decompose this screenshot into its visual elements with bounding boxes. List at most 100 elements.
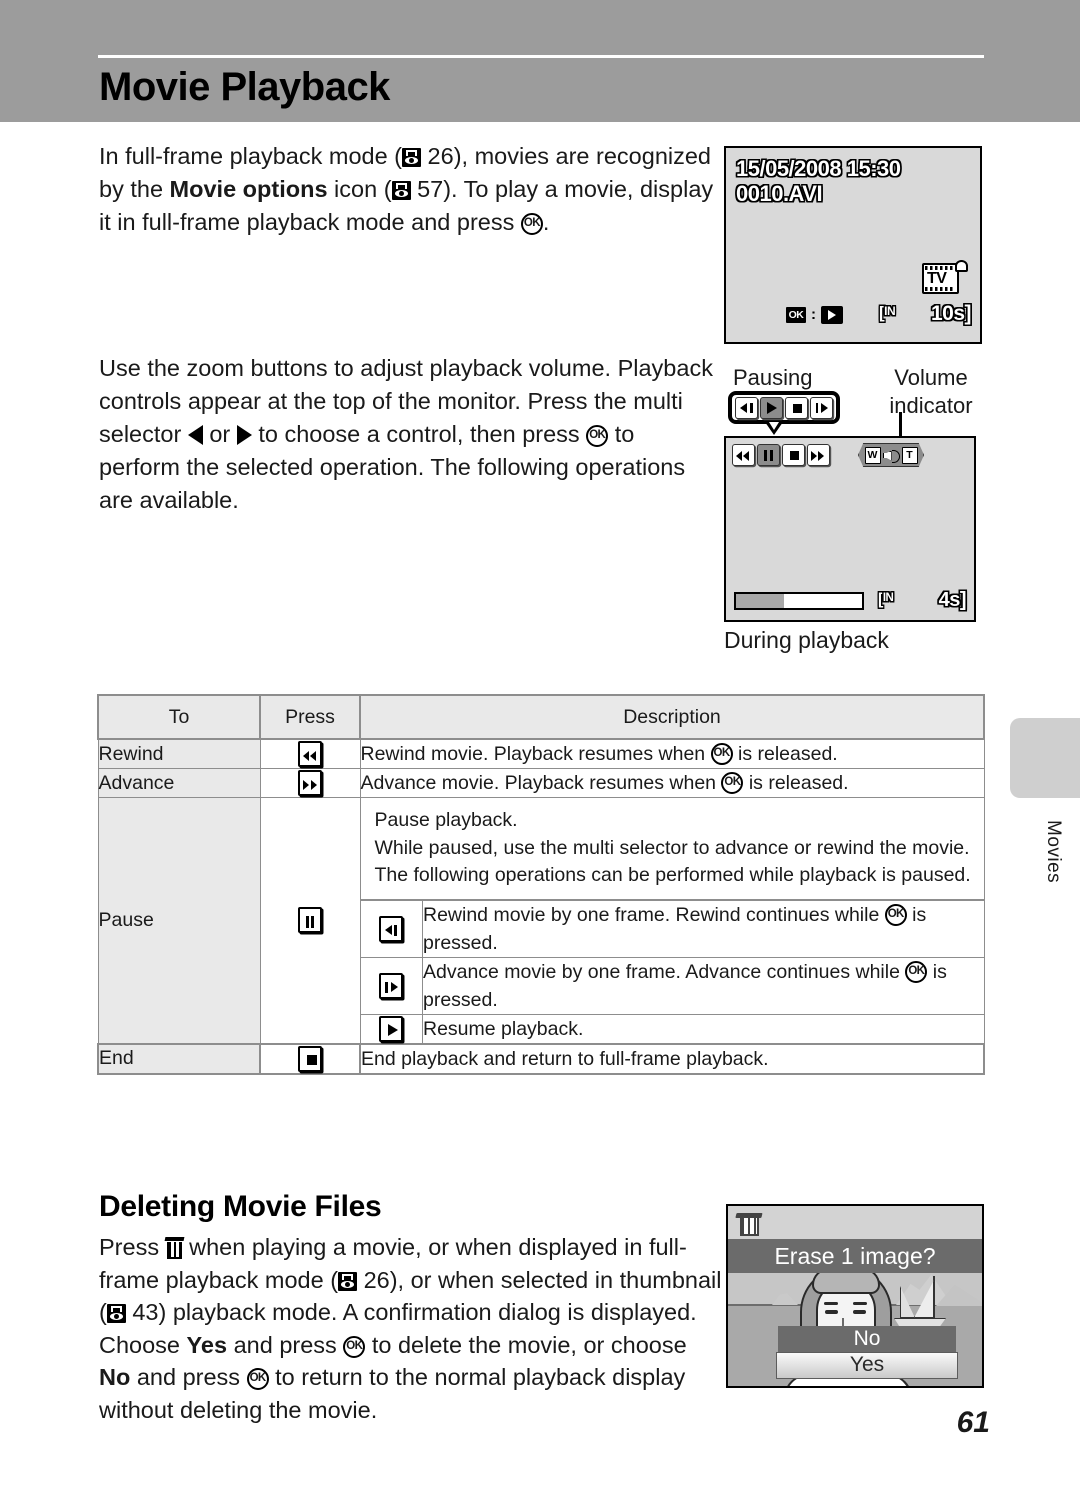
- rewind-icon: [732, 444, 755, 466]
- label-during-playback: During playback: [724, 627, 889, 653]
- del-text-1: Press: [99, 1234, 166, 1260]
- volume-indicator: W T: [858, 443, 924, 467]
- controls-text-2: or: [202, 421, 237, 447]
- advance-one-frame-icon: [810, 396, 833, 419]
- rewind-one-frame-icon: [735, 396, 758, 419]
- sub-desc-rewind-frame: Rewind movie by one frame. Rewind contin…: [422, 899, 984, 958]
- desc-text: Advance movie by one frame. Advance cont…: [423, 960, 906, 983]
- erase-option-no[interactable]: No: [778, 1326, 956, 1352]
- desc-text: is released.: [732, 743, 838, 765]
- header-press: Press: [259, 694, 361, 740]
- del-ref-26: 26: [363, 1266, 390, 1293]
- delete-button-icon: [164, 1237, 185, 1259]
- internal-memory-icon: [IN: [878, 591, 894, 608]
- page-reference-icon: [106, 1304, 126, 1323]
- no-bold: No: [99, 1364, 131, 1390]
- row-press-end: [259, 1042, 361, 1075]
- play-icon-selected: [760, 396, 783, 419]
- movie-options-tv-label: TV: [927, 270, 947, 287]
- movie-options-bold: Movie options: [169, 176, 328, 202]
- del-text-6: to delete the movie, or choose: [365, 1331, 687, 1358]
- stop-button-icon: [298, 1045, 322, 1072]
- ok-button-icon: OK: [884, 903, 907, 926]
- table-row: Rewind Rewind movie. Playback resumes wh…: [97, 738, 985, 769]
- stop-icon: [782, 444, 805, 466]
- multi-selector-left-icon: [187, 425, 203, 445]
- del-text-5: and press: [227, 1331, 344, 1358]
- erase-option-yes[interactable]: Yes: [776, 1352, 958, 1379]
- intro-text-1: In full-frame playback mode (: [99, 143, 403, 169]
- row-desc-rewind: Rewind movie. Playback resumes when OK i…: [359, 738, 985, 769]
- play-glyph: [821, 306, 843, 324]
- advance-button-icon: [298, 770, 322, 796]
- trash-icon: [735, 1211, 763, 1237]
- volume-wide-label: W: [864, 446, 881, 464]
- header-to: To: [97, 694, 261, 740]
- del-ref-43: 43: [132, 1299, 159, 1325]
- star-icon: [955, 260, 968, 272]
- intro-text-3: icon (: [327, 176, 392, 202]
- camera-screen-playback: W T [IN 4s]: [724, 436, 976, 622]
- volume-tele-label: T: [901, 446, 918, 464]
- chapter-tab-box: [1010, 718, 1080, 798]
- pause-sub-table: Rewind movie by one frame. Rewind contin…: [360, 899, 984, 1043]
- ok-button-icon: OK: [586, 425, 609, 447]
- row-label-advance: Advance: [97, 768, 261, 798]
- intro-ref-57: 57: [417, 176, 444, 202]
- speaker-icon: [882, 447, 901, 464]
- ok-button-icon: OK: [246, 1368, 269, 1390]
- table-row: End End playback and return to full-fram…: [97, 1042, 985, 1075]
- photo-portrait-eyebrow: [853, 1302, 867, 1305]
- intro-paragraph: In full-frame playback mode ( 26), movie…: [99, 140, 714, 239]
- intro-ref-26: 26: [427, 143, 454, 169]
- rewind-one-frame-icon: [379, 915, 404, 942]
- table-row-pause: Pause Pause playback. While paused, use …: [97, 797, 985, 1044]
- page-reference-icon: [391, 181, 411, 200]
- screen-datetime: 15/05/2008 15:30: [736, 156, 901, 181]
- photo-portrait-eyebrow: [824, 1302, 838, 1305]
- del-text-7: and press: [130, 1364, 247, 1390]
- table-header-row: To Press Description: [97, 694, 985, 740]
- photo-portrait-eye: [825, 1310, 838, 1314]
- sub-desc-advance-frame: Advance movie by one frame. Advance cont…: [422, 956, 984, 1015]
- ok-glyph: OK: [786, 307, 806, 323]
- pause-intro-line2: While paused, use the multi selector to …: [374, 836, 971, 887]
- camera-screen-fullframe: 15/05/2008 15:30 0010.AVI TV OK : [IN 10…: [724, 146, 982, 344]
- desc-text: Advance movie. Playback resumes when: [360, 772, 722, 794]
- row-desc-end: End playback and return to full-frame pl…: [359, 1042, 985, 1075]
- advance-one-frame-icon: [379, 972, 404, 999]
- ok-button-icon: OK: [710, 743, 733, 765]
- desc-text: Rewind movie by one frame. Rewind contin…: [423, 903, 885, 926]
- movie-duration: 10s]: [930, 302, 972, 325]
- pause-icon-selected: [757, 444, 780, 466]
- page-title: Movie Playback: [99, 65, 390, 109]
- ok-button-icon: OK: [905, 960, 928, 983]
- row-desc-advance: Advance movie. Playback resumes when OK …: [359, 768, 985, 798]
- pausing-callout: [728, 391, 840, 424]
- internal-memory-icon: [IN: [879, 303, 896, 322]
- pause-intro-line1: Pause playback.: [374, 809, 518, 831]
- ok-button-icon: OK: [520, 213, 543, 235]
- header-rule: [98, 55, 984, 58]
- page-reference-icon: [402, 148, 422, 167]
- pause-intro: Pause playback. While paused, use the mu…: [360, 798, 984, 900]
- ok-button-icon: OK: [343, 1335, 366, 1358]
- row-label-pause: Pause: [97, 797, 261, 1044]
- desc-text: is released.: [743, 772, 849, 794]
- progress-fill: [736, 594, 784, 608]
- deleting-paragraph: Press when playing a movie, or when disp…: [99, 1231, 724, 1426]
- page-reference-icon: [338, 1271, 358, 1291]
- row-label-rewind: Rewind: [97, 738, 261, 769]
- intro-text-5: .: [542, 209, 550, 235]
- row-press-rewind: [259, 738, 361, 769]
- ok-button-icon: OK: [721, 772, 744, 794]
- table-row: Advance Advance movie. Playback resumes …: [97, 768, 985, 798]
- section-heading-deleting: Deleting Movie Files: [99, 1190, 382, 1223]
- fast-forward-icon: [807, 444, 830, 466]
- sub-press-resume: [360, 1013, 423, 1043]
- row-label-end: End: [97, 1042, 261, 1075]
- label-volume-line1: Volume: [894, 365, 968, 390]
- ok-play-hint: OK :: [786, 306, 843, 324]
- sub-press-advance-frame: [360, 956, 423, 1015]
- resume-play-icon: [379, 1015, 404, 1042]
